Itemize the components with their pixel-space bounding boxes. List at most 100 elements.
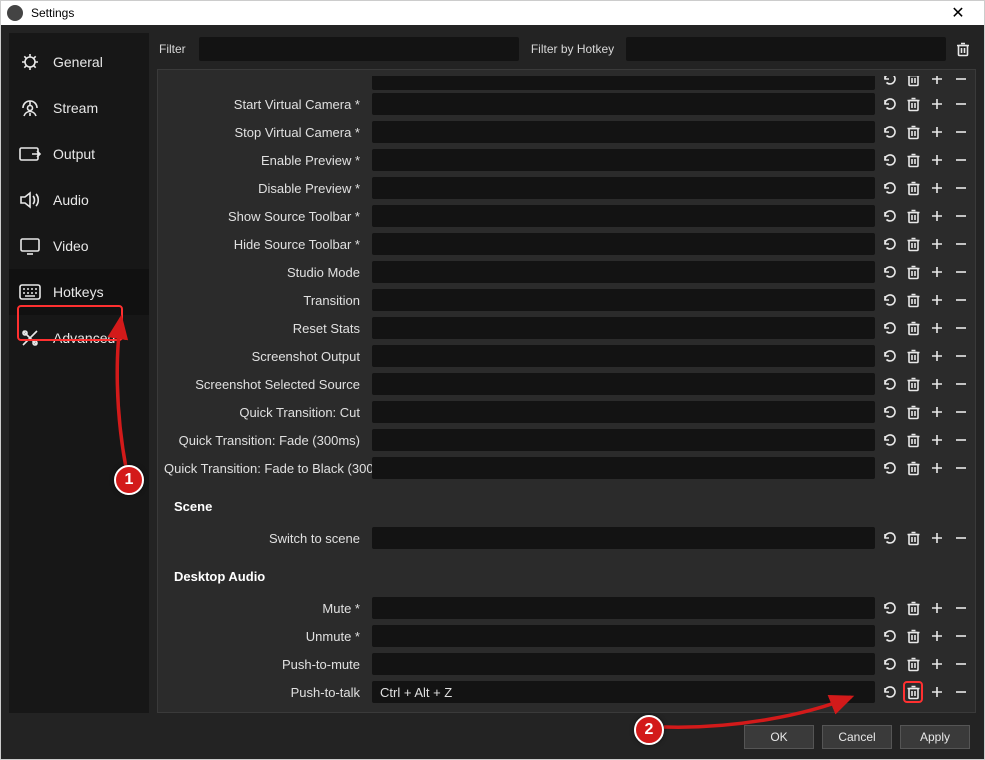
ok-button[interactable]: OK (744, 725, 814, 749)
hotkey-input[interactable] (372, 373, 875, 395)
plus-icon[interactable] (927, 177, 947, 199)
plus-icon[interactable] (927, 597, 947, 619)
plus-icon[interactable] (927, 345, 947, 367)
plus-icon[interactable] (927, 76, 947, 90)
sidebar-item-hotkeys[interactable]: Hotkeys (9, 269, 149, 315)
filter-input[interactable] (199, 37, 519, 61)
trash-icon[interactable] (903, 177, 923, 199)
hotkey-input[interactable] (372, 597, 875, 619)
hotkey-input[interactable] (372, 317, 875, 339)
undo-icon[interactable] (879, 653, 899, 675)
undo-icon[interactable] (879, 289, 899, 311)
plus-icon[interactable] (927, 681, 947, 703)
trash-icon[interactable] (903, 345, 923, 367)
plus-icon[interactable] (927, 149, 947, 171)
trash-icon[interactable] (903, 373, 923, 395)
minus-icon[interactable] (951, 625, 971, 647)
undo-icon[interactable] (879, 625, 899, 647)
hotkey-input[interactable] (372, 205, 875, 227)
sidebar-item-general[interactable]: General (9, 39, 149, 85)
sidebar-item-advanced[interactable]: Advanced (9, 315, 149, 361)
minus-icon[interactable] (951, 177, 971, 199)
trash-icon[interactable] (903, 205, 923, 227)
undo-icon[interactable] (879, 205, 899, 227)
minus-icon[interactable] (951, 317, 971, 339)
hotkey-input[interactable] (372, 261, 875, 283)
trash-icon[interactable] (903, 317, 923, 339)
plus-icon[interactable] (927, 289, 947, 311)
undo-icon[interactable] (879, 681, 899, 703)
trash-icon[interactable] (903, 233, 923, 255)
sidebar-item-video[interactable]: Video (9, 223, 149, 269)
close-icon[interactable]: ✕ (938, 3, 978, 23)
sidebar-item-stream[interactable]: Stream (9, 85, 149, 131)
plus-icon[interactable] (927, 429, 947, 451)
undo-icon[interactable] (879, 401, 899, 423)
cancel-button[interactable]: Cancel (822, 725, 892, 749)
trash-icon[interactable] (903, 149, 923, 171)
trash-icon[interactable] (903, 289, 923, 311)
minus-icon[interactable] (951, 121, 971, 143)
minus-icon[interactable] (951, 76, 971, 90)
clear-filters-icon[interactable] (952, 38, 974, 60)
undo-icon[interactable] (879, 527, 899, 549)
trash-icon[interactable] (903, 76, 923, 90)
undo-icon[interactable] (879, 597, 899, 619)
undo-icon[interactable] (879, 149, 899, 171)
hotkey-input[interactable] (372, 345, 875, 367)
minus-icon[interactable] (951, 597, 971, 619)
apply-button[interactable]: Apply (900, 725, 970, 749)
minus-icon[interactable] (951, 373, 971, 395)
hotkey-input[interactable] (372, 93, 875, 115)
hotkey-input[interactable] (372, 625, 875, 647)
undo-icon[interactable] (879, 261, 899, 283)
plus-icon[interactable] (927, 625, 947, 647)
hotkey-input[interactable] (372, 457, 875, 479)
hotkey-input[interactable] (372, 289, 875, 311)
minus-icon[interactable] (951, 93, 971, 115)
plus-icon[interactable] (927, 121, 947, 143)
undo-icon[interactable] (879, 457, 899, 479)
minus-icon[interactable] (951, 457, 971, 479)
trash-icon[interactable] (903, 261, 923, 283)
minus-icon[interactable] (951, 429, 971, 451)
hotkey-input[interactable] (372, 233, 875, 255)
hotkey-input[interactable] (372, 401, 875, 423)
sidebar-item-audio[interactable]: Audio (9, 177, 149, 223)
undo-icon[interactable] (879, 373, 899, 395)
hotkey-input[interactable] (372, 76, 875, 90)
plus-icon[interactable] (927, 457, 947, 479)
plus-icon[interactable] (927, 653, 947, 675)
plus-icon[interactable] (927, 401, 947, 423)
minus-icon[interactable] (951, 527, 971, 549)
trash-icon[interactable] (903, 401, 923, 423)
plus-icon[interactable] (927, 261, 947, 283)
plus-icon[interactable] (927, 317, 947, 339)
minus-icon[interactable] (951, 233, 971, 255)
trash-icon[interactable] (903, 121, 923, 143)
hotkey-input[interactable] (372, 149, 875, 171)
hotkey-input[interactable] (372, 527, 875, 549)
undo-icon[interactable] (879, 233, 899, 255)
minus-icon[interactable] (951, 149, 971, 171)
undo-icon[interactable] (879, 345, 899, 367)
hotkey-input[interactable] (372, 681, 875, 703)
plus-icon[interactable] (927, 93, 947, 115)
trash-icon[interactable] (903, 457, 923, 479)
hotkey-input[interactable] (372, 177, 875, 199)
filter-hotkey-input[interactable] (626, 37, 946, 61)
trash-icon[interactable] (903, 527, 923, 549)
minus-icon[interactable] (951, 401, 971, 423)
undo-icon[interactable] (879, 177, 899, 199)
trash-icon[interactable] (903, 681, 923, 703)
minus-icon[interactable] (951, 289, 971, 311)
undo-icon[interactable] (879, 93, 899, 115)
minus-icon[interactable] (951, 261, 971, 283)
minus-icon[interactable] (951, 681, 971, 703)
trash-icon[interactable] (903, 93, 923, 115)
plus-icon[interactable] (927, 233, 947, 255)
undo-icon[interactable] (879, 317, 899, 339)
trash-icon[interactable] (903, 429, 923, 451)
plus-icon[interactable] (927, 527, 947, 549)
trash-icon[interactable] (903, 625, 923, 647)
